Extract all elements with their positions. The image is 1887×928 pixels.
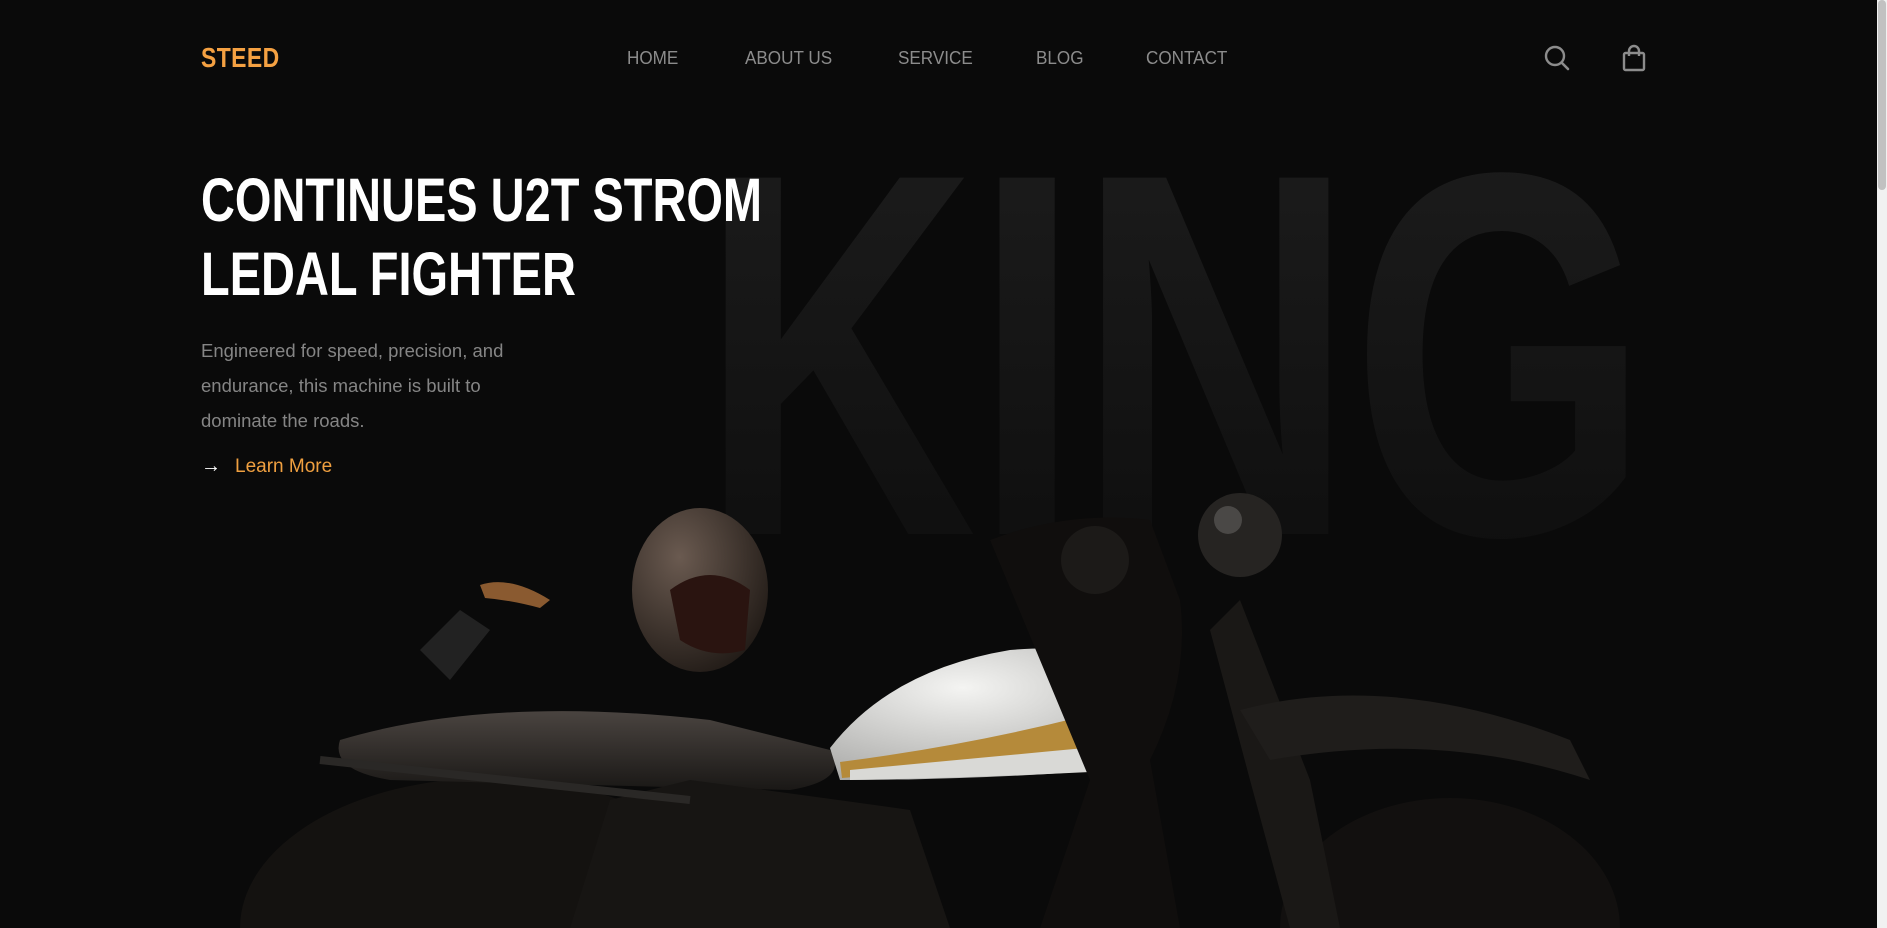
nav-home[interactable]: HOME <box>627 48 678 69</box>
scrollbar[interactable] <box>1877 0 1887 928</box>
shopping-bag-icon[interactable] <box>1620 44 1648 72</box>
hero-title-line-2: LEDAL FIGHTER <box>201 240 576 308</box>
learn-more-label[interactable]: Learn More <box>235 456 332 478</box>
learn-more-link[interactable]: → Learn More <box>201 455 332 478</box>
nav-service[interactable]: SERVICE <box>898 48 973 69</box>
hero-title: CONTINUES U2T STROM LEDAL FIGHTER <box>201 163 762 311</box>
hero-description: Engineered for speed, precision, and end… <box>201 340 504 431</box>
brand-logo[interactable]: STEED <box>201 42 280 74</box>
nav-about-us[interactable]: ABOUT US <box>745 48 832 69</box>
nav-blog[interactable]: BLOG <box>1036 48 1084 69</box>
hero-title-line-1: CONTINUES U2T STROM <box>201 166 763 234</box>
search-icon[interactable] <box>1543 44 1571 72</box>
motorcycle-image <box>240 493 1620 928</box>
scrollbar-thumb[interactable] <box>1878 0 1886 190</box>
nav-contact[interactable]: CONTACT <box>1146 48 1227 69</box>
arrow-right-icon: → <box>201 455 221 477</box>
